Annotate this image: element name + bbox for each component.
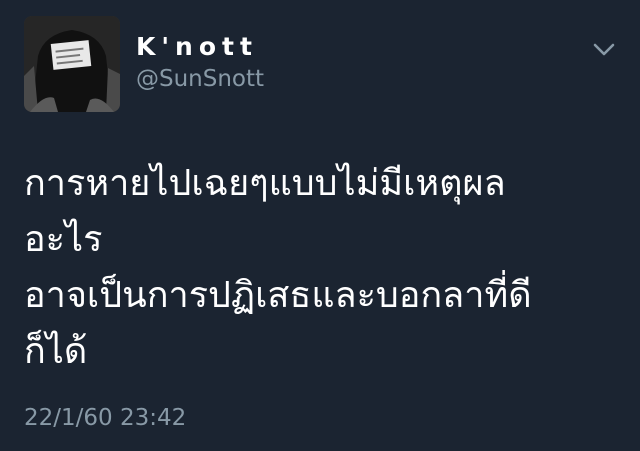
tweet-text: การหายไปเฉยๆแบบไม่มีเหตุผล อะไร อาจเป็นก… bbox=[24, 156, 624, 380]
author-display-name[interactable]: K'nott bbox=[136, 30, 258, 64]
tweet-timestamp[interactable]: 22/1/60 23:42 bbox=[24, 403, 186, 433]
avatar-photo bbox=[24, 16, 120, 112]
tweet-card: K'nott @SunSnott การหายไปเฉยๆแบบไม่มีเหต… bbox=[0, 0, 640, 451]
tweet-text-line: อะไร bbox=[24, 219, 103, 260]
tweet-text-line: อาจเป็นการปฏิเสธและบอกลาที่ดี bbox=[24, 275, 532, 316]
avatar[interactable] bbox=[24, 16, 120, 112]
author-handle[interactable]: @SunSnott bbox=[136, 64, 264, 94]
chevron-down-icon[interactable] bbox=[592, 38, 616, 62]
tweet-text-line: ก็ได้ bbox=[24, 331, 88, 372]
tweet-text-line: การหายไปเฉยๆแบบไม่มีเหตุผล bbox=[24, 163, 506, 204]
